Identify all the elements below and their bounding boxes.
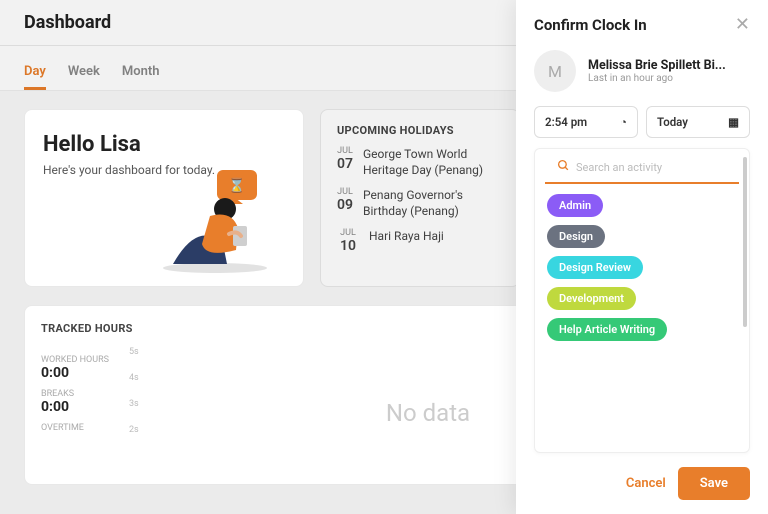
save-button[interactable]: Save (678, 467, 750, 500)
no-data-label: No data (386, 399, 470, 427)
hello-greeting: Hello Lisa (43, 132, 285, 157)
panel-title: Confirm Clock In (534, 16, 647, 34)
activity-picker: Admin Design Design Review Development H… (534, 148, 750, 453)
activity-chip[interactable]: Development (547, 287, 636, 310)
calendar-icon: ▦ (728, 115, 739, 129)
activity-list[interactable]: Admin Design Design Review Development H… (535, 194, 749, 349)
activity-chip[interactable]: Design (547, 225, 605, 248)
activity-chip[interactable]: Admin (547, 194, 603, 217)
scrollbar[interactable] (743, 157, 747, 327)
clock-icon: ◔ (620, 115, 627, 129)
activity-search-input[interactable] (576, 161, 727, 174)
time-picker[interactable]: 2:54 pm ◔ (534, 106, 638, 138)
tracked-metrics: WORKED HOURS 0:00 BREAKS 0:00 OVERTIME (41, 347, 109, 433)
clock-in-panel: Confirm Clock In ✕ M Melissa Brie Spille… (516, 0, 768, 514)
cancel-button[interactable]: Cancel (626, 476, 666, 491)
hello-illustration: ⌛ (155, 164, 285, 274)
avatar: M (534, 50, 576, 92)
date-picker[interactable]: Today ▦ (646, 106, 750, 138)
user-sub: Last in an hour ago (588, 73, 726, 84)
search-icon (557, 159, 570, 176)
activity-chip[interactable]: Help Article Writing (547, 318, 667, 341)
user-name: Melissa Brie Spillett Bi... (588, 58, 726, 73)
user-row: M Melissa Brie Spillett Bi... Last in an… (516, 44, 768, 106)
close-icon[interactable]: ✕ (735, 16, 750, 34)
svg-text:⌛: ⌛ (228, 177, 245, 194)
activity-chip[interactable]: Design Review (547, 256, 643, 279)
hello-card: Hello Lisa Here's your dashboard for tod… (24, 109, 304, 287)
